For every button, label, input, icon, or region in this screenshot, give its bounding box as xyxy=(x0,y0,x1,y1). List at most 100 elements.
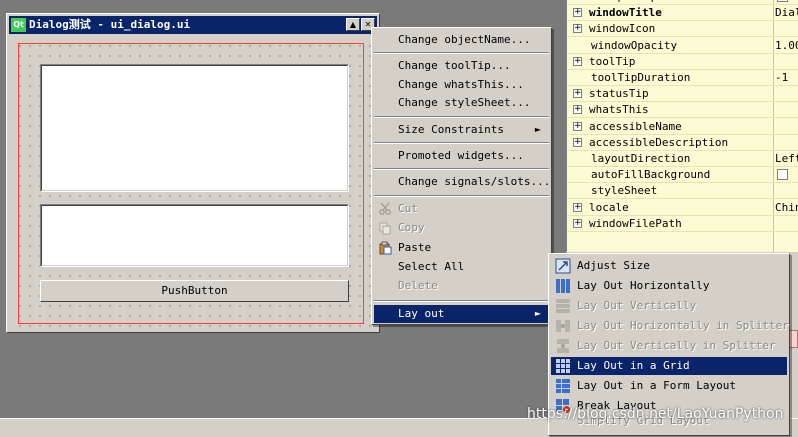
expand-icon[interactable]: + xyxy=(573,122,582,131)
property-value[interactable]: Chin xyxy=(775,200,798,215)
dialog-title-bar[interactable]: Qt Dialog测试 - ui_dialog.ui ▲ ✕ xyxy=(9,16,377,34)
watermark: https://blog.csdn.net/LaoYuanPython xyxy=(527,406,784,422)
text-edit-top[interactable] xyxy=(40,64,349,192)
property-checkbox[interactable] xyxy=(777,169,788,180)
property-row[interactable]: + toolTip xyxy=(567,54,798,70)
property-value[interactable]: Dial xyxy=(775,5,798,20)
menu-item-label: Size Constraints xyxy=(398,122,504,136)
property-name: windowIcon xyxy=(589,22,656,35)
submenu-item-label: Lay Out Vertically xyxy=(577,299,697,312)
property-name: whatsThis xyxy=(589,103,649,116)
menu-item-delete: Delete xyxy=(374,277,549,295)
expand-icon[interactable]: + xyxy=(573,24,582,33)
qt-logo-icon: Qt xyxy=(11,18,26,32)
submenu-item-label: Lay Out in a Grid xyxy=(577,359,690,372)
menu-item-change-tooltip[interactable]: Change toolTip... xyxy=(374,57,549,75)
context-menu[interactable]: Change objectName... Change toolTip... Cha… xyxy=(371,27,552,325)
property-name: toolTip xyxy=(589,55,636,68)
paste-icon xyxy=(378,241,392,255)
menu-item-copy: Copy xyxy=(374,219,549,237)
submenu-item-label: Lay Out Vertically in Splitter xyxy=(577,339,776,352)
property-row[interactable]: + statusTip xyxy=(567,86,798,102)
property-checkbox[interactable] xyxy=(777,0,788,2)
expand-icon[interactable]: + xyxy=(573,57,582,66)
property-name: locale xyxy=(589,201,629,214)
scissors-icon xyxy=(378,202,392,216)
dialog-title: Dialog测试 - ui_dialog.ui xyxy=(29,18,191,31)
menu-separator xyxy=(374,52,549,55)
property-name: windowTitle xyxy=(589,6,662,19)
property-name: acceptDrops xyxy=(591,0,664,4)
menu-separator xyxy=(374,115,549,118)
property-name: windowFilePath xyxy=(589,217,682,230)
property-value[interactable]: Left xyxy=(775,151,798,166)
menu-item-label: Change signals/slots... xyxy=(398,175,551,189)
property-row[interactable]: + windowFilePath xyxy=(567,216,798,232)
submenu-item-adjust-size[interactable]: Adjust Size xyxy=(551,257,787,275)
submenu-item-lay-out-vertically: Lay Out Vertically xyxy=(551,297,787,315)
menu-item-label: Cut xyxy=(398,201,418,215)
submenu-item-lay-out-horizontally-in-splitter: Lay Out Horizontally in Splitter xyxy=(551,317,789,335)
minimize-button[interactable]: ▲ xyxy=(346,18,360,31)
property-name: toolTipDuration xyxy=(591,71,691,84)
property-name: windowOpacity xyxy=(591,39,678,52)
property-row[interactable]: toolTipDuration -1 xyxy=(567,70,798,86)
form-canvas[interactable]: PushButton xyxy=(11,37,375,328)
submenu-item-lay-out-vertically-in-splitter: Lay Out Vertically in Splitter xyxy=(551,337,787,355)
dialog-window[interactable]: Qt Dialog测试 - ui_dialog.ui ▲ ✕ PushButto… xyxy=(6,13,380,333)
layout-vertical-icon xyxy=(555,298,571,314)
menu-item-select-all[interactable]: Select All xyxy=(374,258,549,276)
property-row[interactable]: + whatsThis xyxy=(567,102,798,118)
property-value[interactable]: 1.00 xyxy=(775,38,798,53)
menu-item-paste[interactable]: Paste xyxy=(374,239,549,257)
property-row[interactable]: styleSheet xyxy=(567,183,798,199)
menu-separator xyxy=(374,299,549,302)
property-row[interactable]: + locale Chin xyxy=(567,200,798,216)
property-row[interactable]: + accessibleName xyxy=(567,119,798,135)
expand-icon[interactable]: + xyxy=(573,219,582,228)
property-name: layoutDirection xyxy=(591,152,691,165)
expand-icon[interactable]: + xyxy=(573,105,582,114)
menu-item-lay-out[interactable]: Lay out ► xyxy=(374,304,549,323)
menu-separator xyxy=(374,194,549,197)
property-name: autoFillBackground xyxy=(591,168,711,181)
menu-item-size-constraints[interactable]: Size Constraints ► xyxy=(374,121,549,139)
expand-icon[interactable]: + xyxy=(573,89,582,98)
property-row[interactable]: layoutDirection Left xyxy=(567,151,798,167)
property-row[interactable]: + windowTitle Dial xyxy=(567,5,798,21)
property-row[interactable]: windowOpacity 1.00 xyxy=(567,38,798,54)
menu-item-label: Change toolTip... xyxy=(398,59,511,73)
expand-icon[interactable]: + xyxy=(573,203,582,212)
text-edit-bottom[interactable] xyxy=(40,204,349,267)
property-row[interactable]: autoFillBackground xyxy=(567,167,798,183)
property-name: statusTip xyxy=(589,87,649,100)
push-button[interactable]: PushButton xyxy=(40,280,349,302)
expand-icon[interactable]: + xyxy=(573,138,582,147)
copy-icon xyxy=(378,221,392,235)
property-name: accessibleDescription xyxy=(589,136,729,149)
menu-item-change-stylesheet[interactable]: Change styleSheet... xyxy=(374,94,549,112)
submenu-arrow-icon: ► xyxy=(534,124,541,134)
submenu-item-label: Lay Out Horizontally xyxy=(577,279,710,292)
menu-item-label: Change styleSheet... xyxy=(398,96,531,110)
property-row[interactable]: + accessibleDescription xyxy=(567,135,798,151)
menu-item-change-whatsthis[interactable]: Change whatsThis... xyxy=(374,76,549,94)
submenu-item-lay-out-in-a-form-layout[interactable]: Lay Out in a Form Layout xyxy=(551,377,787,395)
submenu-item-lay-out-horizontally[interactable]: Lay Out Horizontally xyxy=(551,277,787,295)
menu-item-change-objectname[interactable]: Change objectName... xyxy=(374,31,549,49)
property-row[interactable]: + windowIcon xyxy=(567,21,798,37)
menu-item-label: Delete xyxy=(398,279,438,293)
property-name: styleSheet xyxy=(591,184,658,197)
property-name: accessibleName xyxy=(589,120,682,133)
splitter-vertical-icon xyxy=(555,338,571,354)
menu-item-label: Promoted widgets... xyxy=(398,149,524,162)
submenu-item-label: Lay Out in a Form Layout xyxy=(577,379,736,392)
layout-grid-icon xyxy=(555,358,571,374)
menu-item-change-signals-slots[interactable]: Change signals/slots... xyxy=(374,173,551,191)
menu-item-label: Change whatsThis... xyxy=(398,77,524,91)
submenu-item-lay-out-in-a-grid[interactable]: Lay Out in a Grid xyxy=(551,357,787,375)
property-value[interactable]: -1 xyxy=(775,70,788,85)
expand-icon[interactable]: + xyxy=(573,8,582,17)
menu-item-promoted-widgets[interactable]: Promoted widgets... xyxy=(374,147,549,165)
menu-item-cut: Cut xyxy=(374,200,549,218)
